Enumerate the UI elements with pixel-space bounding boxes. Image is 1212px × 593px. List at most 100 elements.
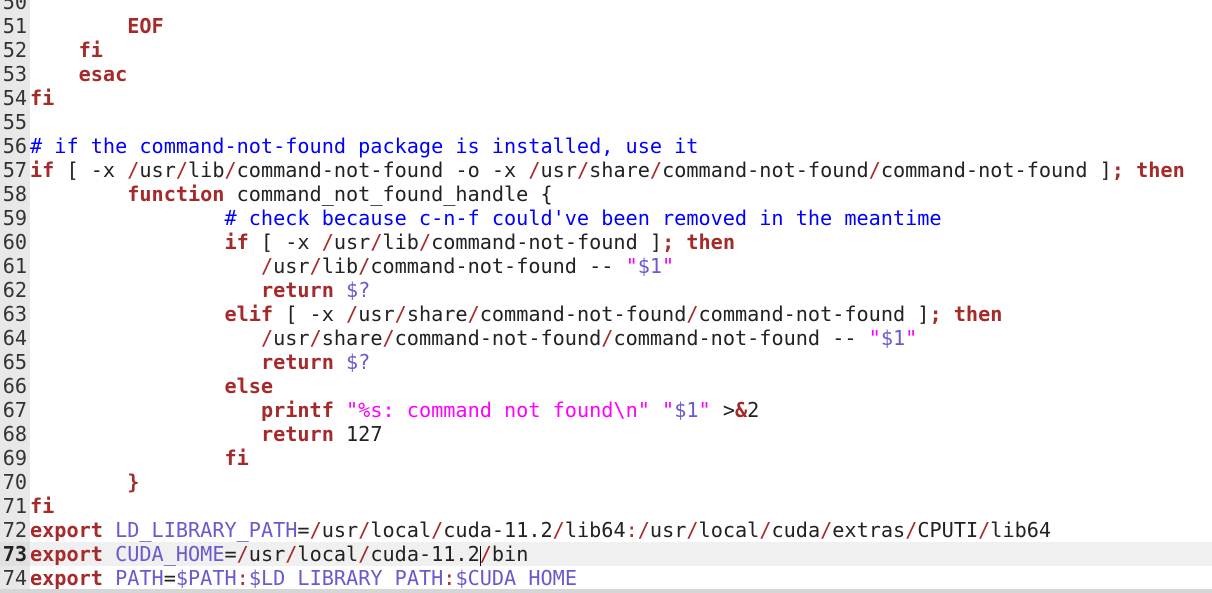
line-content[interactable]: /usr/lib/command-not-found -- "$1" xyxy=(30,254,1212,278)
line-number: 69 xyxy=(0,446,30,470)
variable-token: CUDA_HOME xyxy=(115,542,225,566)
variable-token: $1 xyxy=(880,326,906,350)
code-line[interactable]: 56 # if the command-not-found package is … xyxy=(0,134,1212,158)
code-line[interactable]: 74 export PATH=$PATH:$LD_LIBRARY_PATH:$CU… xyxy=(0,566,1212,590)
line-number: 65 xyxy=(0,350,30,374)
line-content[interactable]: EOF xyxy=(30,14,1212,38)
code-line[interactable]: 65 return $? xyxy=(0,350,1212,374)
line-content[interactable]: } xyxy=(30,470,1212,494)
line-content[interactable]: fi xyxy=(30,494,1212,518)
text-token: command_not_found_handle { xyxy=(224,182,553,206)
code-line[interactable]: 63 elif [ -x /usr/share/command-not-foun… xyxy=(0,302,1212,326)
code-line[interactable]: 72 export LD_LIBRARY_PATH=/usr/local/cuda… xyxy=(0,518,1212,542)
line-content[interactable]: export CUDA_HOME=/usr/local/cuda-11.2/bi… xyxy=(30,542,1212,566)
code-line[interactable]: 52 fi xyxy=(0,38,1212,62)
line-content[interactable]: function command_not_found_handle { xyxy=(30,182,1212,206)
line-content[interactable]: # if the command-not-found package is in… xyxy=(30,134,1212,158)
text-token: lib xyxy=(188,158,225,182)
line-content[interactable]: printf "%s: command not found\n" "$1" >&… xyxy=(30,398,1212,422)
code-line[interactable]: 51 EOF xyxy=(0,14,1212,38)
line-content[interactable]: fi xyxy=(30,86,1212,110)
variable-token: $CUDA_HOME xyxy=(455,566,577,590)
line-content[interactable]: fi xyxy=(30,38,1212,62)
operator-token: / xyxy=(370,230,383,254)
line-content[interactable]: export PATH=$PATH:$LD_LIBRARY_PATH:$CUDA… xyxy=(30,566,1212,590)
code-line[interactable]: 71 fi xyxy=(0,494,1212,518)
line-content[interactable]: fi xyxy=(30,446,1212,470)
text-token: usr xyxy=(139,158,176,182)
text-token: share xyxy=(406,302,468,326)
text-token: local xyxy=(297,542,359,566)
line-content[interactable]: return 127 xyxy=(30,422,1212,446)
line-content[interactable]: if [ -x /usr/lib/command-not-found ]; th… xyxy=(30,230,1212,254)
keyword-token: fi xyxy=(224,446,249,470)
code-line[interactable]: 69 fi xyxy=(0,446,1212,470)
text-token: usr xyxy=(248,542,286,566)
string-token: " xyxy=(698,398,711,422)
operator-token: / xyxy=(358,518,371,542)
line-content[interactable] xyxy=(30,110,1212,134)
code-line[interactable]: 60 if [ -x /usr/lib/command-not-found ];… xyxy=(0,230,1212,254)
line-content[interactable]: esac xyxy=(30,62,1212,86)
line-content[interactable]: /usr/share/command-not-found/command-not… xyxy=(30,326,1212,350)
text-token: cuda-11.2 xyxy=(370,542,480,566)
code-line[interactable]: 67 printf "%s: command not found\n" "$1"… xyxy=(0,398,1212,422)
operator-token: / xyxy=(175,158,189,182)
keyword-token: return xyxy=(260,278,334,302)
code-line[interactable]: 55 xyxy=(0,110,1212,134)
keyword-token: ; xyxy=(662,230,675,254)
horizontal-scrollbar[interactable] xyxy=(0,589,1212,593)
keyword-token: printf xyxy=(260,398,334,422)
operator-token: / xyxy=(601,326,614,350)
operator-token: / xyxy=(346,302,359,326)
line-content[interactable]: return $? xyxy=(30,278,1212,302)
code-line[interactable]: 73 export CUDA_HOME=/usr/local/cuda-11.2/… xyxy=(0,542,1212,566)
code-line[interactable]: 58 function command_not_found_handle { xyxy=(0,182,1212,206)
line-content[interactable] xyxy=(30,0,1212,14)
code-line[interactable]: 53 esac xyxy=(0,62,1212,86)
line-number: 59 xyxy=(0,206,30,230)
keyword-token: ; xyxy=(1111,158,1124,182)
line-content[interactable]: return $? xyxy=(30,350,1212,374)
operator-token: : xyxy=(236,566,249,590)
code-line[interactable]: 64 /usr/share/command-not-found/command-… xyxy=(0,326,1212,350)
code-line[interactable]: 57 if [ -x /usr/lib/command-not-found -o … xyxy=(0,158,1212,182)
operator-token: / xyxy=(686,518,699,542)
code-line[interactable]: 70 } xyxy=(0,470,1212,494)
line-content[interactable]: # check because c-n-f could've been remo… xyxy=(30,206,1212,230)
code-line[interactable]: 68 return 127 xyxy=(0,422,1212,446)
keyword-token: export xyxy=(30,566,103,590)
code-line[interactable]: 59 # check because c-n-f could've been r… xyxy=(0,206,1212,230)
line-content[interactable]: export LD_LIBRARY_PATH=/usr/local/cuda-1… xyxy=(30,518,1212,542)
text-token: lib64 xyxy=(564,518,626,542)
text-token: [ -x xyxy=(54,158,128,182)
string-token: "%s: command not found\n" xyxy=(346,398,650,422)
code-line[interactable]: 50 xyxy=(0,0,1212,14)
text-token: 127 xyxy=(333,422,383,446)
text-token: local xyxy=(698,518,760,542)
text-token: lib xyxy=(321,254,359,278)
line-content[interactable]: elif [ -x /usr/share/command-not-found/c… xyxy=(30,302,1212,326)
operator-token: :/ xyxy=(625,518,650,542)
line-content[interactable]: if [ -x /usr/lib/command-not-found -o -x… xyxy=(30,158,1212,182)
line-number: 72 xyxy=(0,518,30,542)
text-token: usr xyxy=(321,518,359,542)
line-number: 64 xyxy=(0,326,30,350)
operator-token: / xyxy=(394,302,407,326)
code-line[interactable]: 54 fi xyxy=(0,86,1212,110)
comment-token: # check because c-n-f could've been remo… xyxy=(224,206,942,230)
operator-token: / xyxy=(978,518,991,542)
code-line[interactable]: 66 else xyxy=(0,374,1212,398)
text-token: usr xyxy=(333,230,371,254)
code-editor[interactable]: 50 51 EOF 52 fi 53 esac 54 fi 55 56 # if the com… xyxy=(0,0,1212,590)
code-line[interactable]: 62 return $? xyxy=(0,278,1212,302)
line-number: 52 xyxy=(0,38,30,62)
code-line[interactable]: 61 /usr/lib/command-not-found -- "$1" xyxy=(0,254,1212,278)
line-content[interactable]: else xyxy=(30,374,1212,398)
